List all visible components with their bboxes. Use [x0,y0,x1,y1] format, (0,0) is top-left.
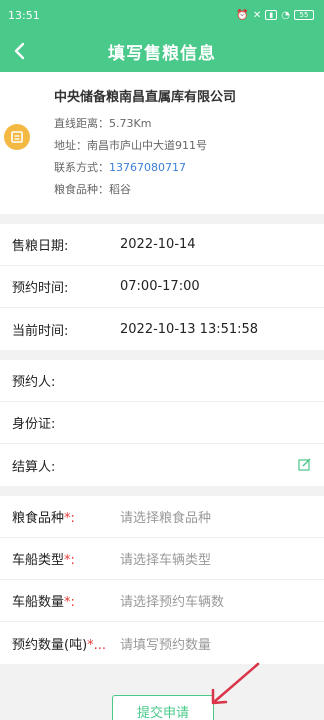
sale-date-value: 2022-10-14 [120,237,196,252]
edit-icon[interactable] [298,458,312,472]
submit-button[interactable]: 提交申请 [112,695,214,720]
form-section: 粮食品种*: 请选择粮食品种 车船类型*: 请选择车辆类型 车船数量*: 请选择… [0,496,324,664]
vehicle-count-label: 车船数量*: [12,595,75,610]
booking-quantity-label: 预约数量(吨)*... [12,637,107,653]
contact-phone-link[interactable]: 13767080717 [109,161,186,174]
grain-type-label: 粮食品种*: [12,511,75,526]
status-bar: 13:51 ⏰ ✕ ▮ ◔ 55 [0,0,324,30]
back-button[interactable] [4,30,34,72]
vehicle-type-select[interactable]: 请选择车辆类型 [120,549,211,568]
status-time: 13:51 [8,8,40,22]
mute-icon: ✕ [252,9,262,21]
signal-icon: ▮ [265,10,278,20]
booking-time-row: 预约时间: 07:00-17:00 [0,266,324,308]
booking-quantity-field[interactable]: 预约数量(吨)*... 请填写预约数量 [0,622,324,664]
grain-row: 粮食品种： 稻谷 [54,178,312,200]
id-card-label: 身份证: [12,417,56,432]
grain-type-select[interactable]: 请选择粮食品种 [120,507,211,526]
person-section: 预约人: 身份证: 结算人: [0,360,324,486]
id-card-row[interactable]: 身份证: [0,402,324,444]
schedule-section: 售粮日期: 2022-10-14 预约时间: 07:00-17:00 当前时间:… [0,224,324,350]
settler-row[interactable]: 结算人: [0,444,324,486]
vehicle-type-field[interactable]: 车船类型*: 请选择车辆类型 [0,538,324,580]
contact-row: 联系方式： 13767080717 [54,156,312,178]
status-icons: ⏰ ✕ ▮ ◔ 55 [236,10,314,21]
alarm-icon: ⏰ [236,9,249,21]
current-time-label: 当前时间: [12,323,69,339]
sale-date-row: 售粮日期: 2022-10-14 [0,224,324,266]
distance-value: 5.73Km [109,116,152,130]
sale-date-label: 售粮日期: [12,239,69,254]
booking-time-value: 07:00-17:00 [120,279,200,294]
distance-label: 直线距离： [54,117,109,130]
divider [0,214,324,224]
address-value: 南昌市庐山中大道911号 [87,139,207,152]
annotation-arrow-icon [211,662,260,705]
grain-label: 粮食品种： [54,183,109,196]
vehicle-count-select[interactable]: 请选择预约车辆数 [120,591,224,610]
battery-icon: 55 [294,10,314,20]
divider [0,350,324,360]
booker-row[interactable]: 预约人: [0,360,324,402]
chevron-left-icon [14,42,25,60]
grain-value: 稻谷 [109,183,131,196]
address-label: 地址： [54,139,87,152]
depot-icon [4,124,30,150]
current-time-row: 当前时间: 2022-10-13 13:51:58 [0,308,324,350]
depot-name: 中央储备粮南昌直属库有限公司 [54,90,237,105]
wifi-icon: ◔ [281,9,290,21]
depot-card: 中央储备粮南昌直属库有限公司 直线距离： 5.73Km 地址： 南昌市庐山中大道… [0,72,324,214]
address-row: 地址： 南昌市庐山中大道911号 [54,134,312,156]
settler-label: 结算人: [12,459,56,475]
vehicle-count-field[interactable]: 车船数量*: 请选择预约车辆数 [0,580,324,622]
page-title: 填写售粮信息 [108,43,216,64]
booking-time-label: 预约时间: [12,281,69,296]
distance-row: 直线距离： 5.73Km [54,112,312,134]
app-header: 填写售粮信息 [0,30,324,72]
grain-type-field[interactable]: 粮食品种*: 请选择粮食品种 [0,496,324,538]
contact-label: 联系方式： [54,161,109,174]
divider [0,486,324,496]
booker-label: 预约人: [12,375,56,390]
current-time-value: 2022-10-13 13:51:58 [120,321,259,337]
booking-quantity-input[interactable]: 请填写预约数量 [120,634,211,653]
vehicle-type-label: 车船类型*: [12,553,75,568]
